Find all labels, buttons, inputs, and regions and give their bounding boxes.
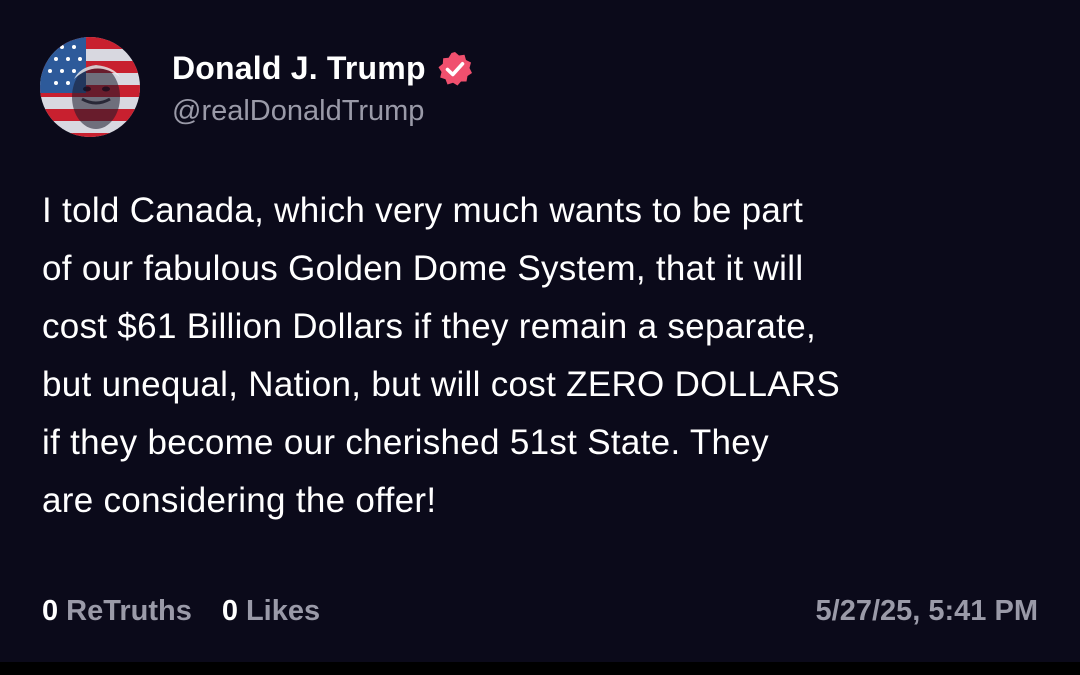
likes-stat[interactable]: 0 Likes xyxy=(222,595,320,628)
post-card: Donald J. Trump @realDonaldTrump I told … xyxy=(0,0,1080,662)
retruths-label: ReTruths xyxy=(66,594,192,627)
author-handle[interactable]: @realDonaldTrump xyxy=(172,95,474,128)
post-timestamp[interactable]: 5/27/25, 5:41 PM xyxy=(816,595,1038,628)
post-text: I told Canada, which very much wants to … xyxy=(42,191,841,520)
name-row: Donald J. Trump xyxy=(172,47,474,91)
post-footer: 0 ReTruths 0 Likes 5/27/25, 5:41 PM xyxy=(42,589,1038,633)
retruths-count: 0 xyxy=(42,594,59,627)
avatar[interactable] xyxy=(40,37,140,137)
author-identity: Donald J. Trump @realDonaldTrump xyxy=(172,47,474,128)
post-header: Donald J. Trump @realDonaldTrump xyxy=(40,37,474,137)
likes-count: 0 xyxy=(221,594,238,627)
verified-badge-icon xyxy=(436,50,474,88)
avatar-flag-portrait-icon xyxy=(40,37,140,137)
likes-label: Likes xyxy=(245,594,321,627)
author-display-name[interactable]: Donald J. Trump xyxy=(172,50,426,87)
retruths-stat[interactable]: 0 ReTruths xyxy=(42,595,192,628)
